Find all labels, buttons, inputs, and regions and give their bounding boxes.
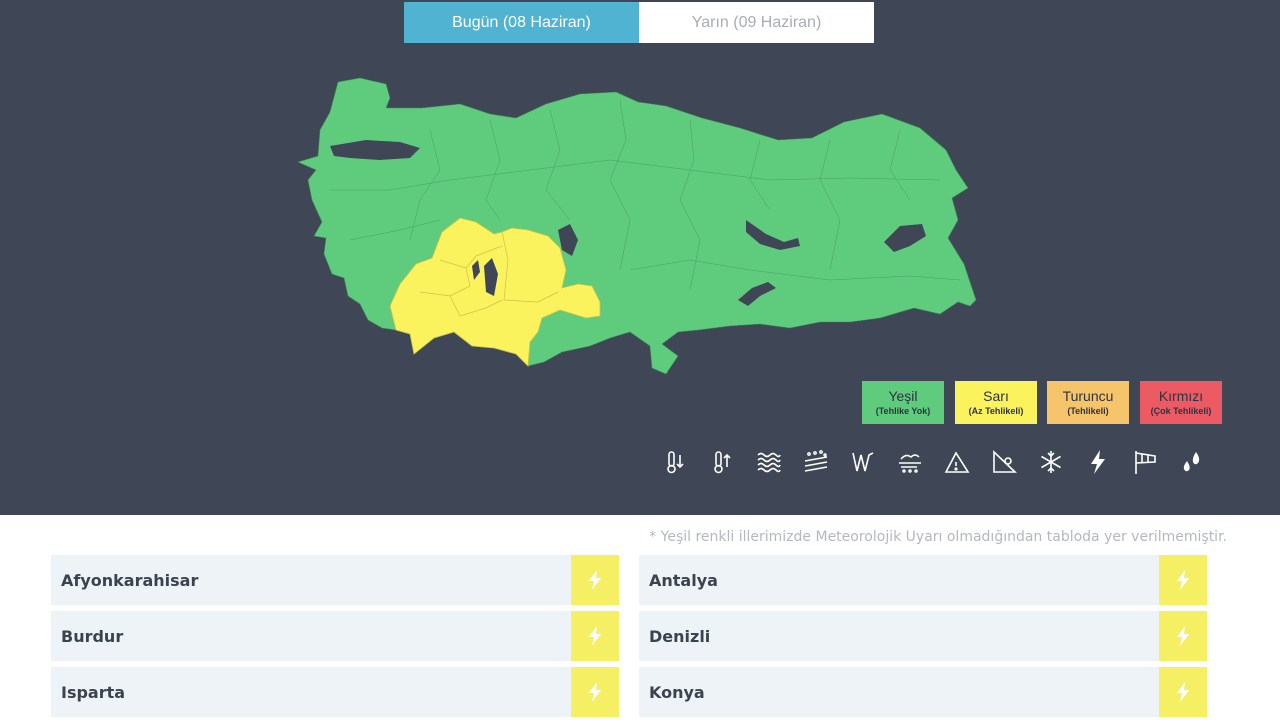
turkey-map[interactable]	[290, 70, 990, 390]
warning-row-isparta[interactable]: Isparta	[51, 667, 619, 717]
province-name: Afyonkarahisar	[61, 570, 199, 590]
warning-row-antalya[interactable]: Antalya	[639, 555, 1207, 605]
lightning-icon	[571, 611, 619, 661]
day-tabs: Bugün (08 Haziran) Yarın (09 Haziran)	[404, 2, 874, 43]
legend-green-title: Yeşil	[888, 388, 918, 404]
cold-thermometer-icon[interactable]	[661, 447, 689, 477]
legend-red[interactable]: Kırmızı (Çok Tehlikeli)	[1140, 381, 1222, 424]
legend-orange-subtitle: (Tehlikeli)	[1067, 406, 1109, 416]
snow-icon[interactable]	[1037, 447, 1065, 477]
landslide-icon[interactable]	[990, 447, 1018, 477]
lightning-icon	[1159, 667, 1207, 717]
legend-yellow[interactable]: Sarı (Az Tehlikeli)	[955, 381, 1037, 424]
province-name: Denizli	[649, 626, 711, 646]
avalanche-icon[interactable]	[943, 447, 971, 477]
rain-icon[interactable]	[849, 447, 877, 477]
lightning-icon[interactable]	[1084, 447, 1112, 477]
tab-today[interactable]: Bugün (08 Haziran)	[404, 2, 639, 43]
lightning-icon	[571, 667, 619, 717]
hot-thermometer-icon[interactable]	[708, 447, 736, 477]
tab-tomorrow[interactable]: Yarın (09 Haziran)	[639, 2, 874, 43]
legend-red-title: Kırmızı	[1158, 388, 1204, 404]
province-name: Isparta	[61, 682, 126, 702]
wind-icon[interactable]	[896, 447, 924, 477]
province-name: Konya	[649, 682, 705, 702]
lightning-icon	[1159, 555, 1207, 605]
dust-icon[interactable]	[802, 447, 830, 477]
lightning-icon	[1159, 611, 1207, 661]
windsock-icon[interactable]	[1131, 447, 1159, 477]
legend-red-subtitle: (Çok Tehlikeli)	[1150, 406, 1212, 416]
warning-row-afyonkarahisar[interactable]: Afyonkarahisar	[51, 555, 619, 605]
green-provinces-note: * Yeşil renkli illerimizde Meteorolojik …	[649, 529, 1227, 545]
warning-row-konya[interactable]: Konya	[639, 667, 1207, 717]
legend-yellow-subtitle: (Az Tehlikeli)	[968, 406, 1024, 416]
warning-row-denizli[interactable]: Denizli	[639, 611, 1207, 661]
province-name: Burdur	[61, 626, 124, 646]
legend-yellow-title: Sarı	[983, 388, 1009, 404]
map-panel: Bugün (08 Haziran) Yarın (09 Haziran) Ye…	[0, 0, 1280, 515]
fog-icon[interactable]	[755, 447, 783, 477]
legend-orange-title: Turuncu	[1062, 388, 1114, 404]
province-name: Antalya	[649, 570, 718, 590]
warning-row-burdur[interactable]: Burdur	[51, 611, 619, 661]
hail-icon[interactable]	[1178, 447, 1206, 477]
legend-green-subtitle: (Tehlike Yok)	[875, 406, 931, 416]
legend-orange[interactable]: Turuncu (Tehlikeli)	[1047, 381, 1129, 424]
lightning-icon	[571, 555, 619, 605]
legend-green[interactable]: Yeşil (Tehlike Yok)	[862, 381, 944, 424]
